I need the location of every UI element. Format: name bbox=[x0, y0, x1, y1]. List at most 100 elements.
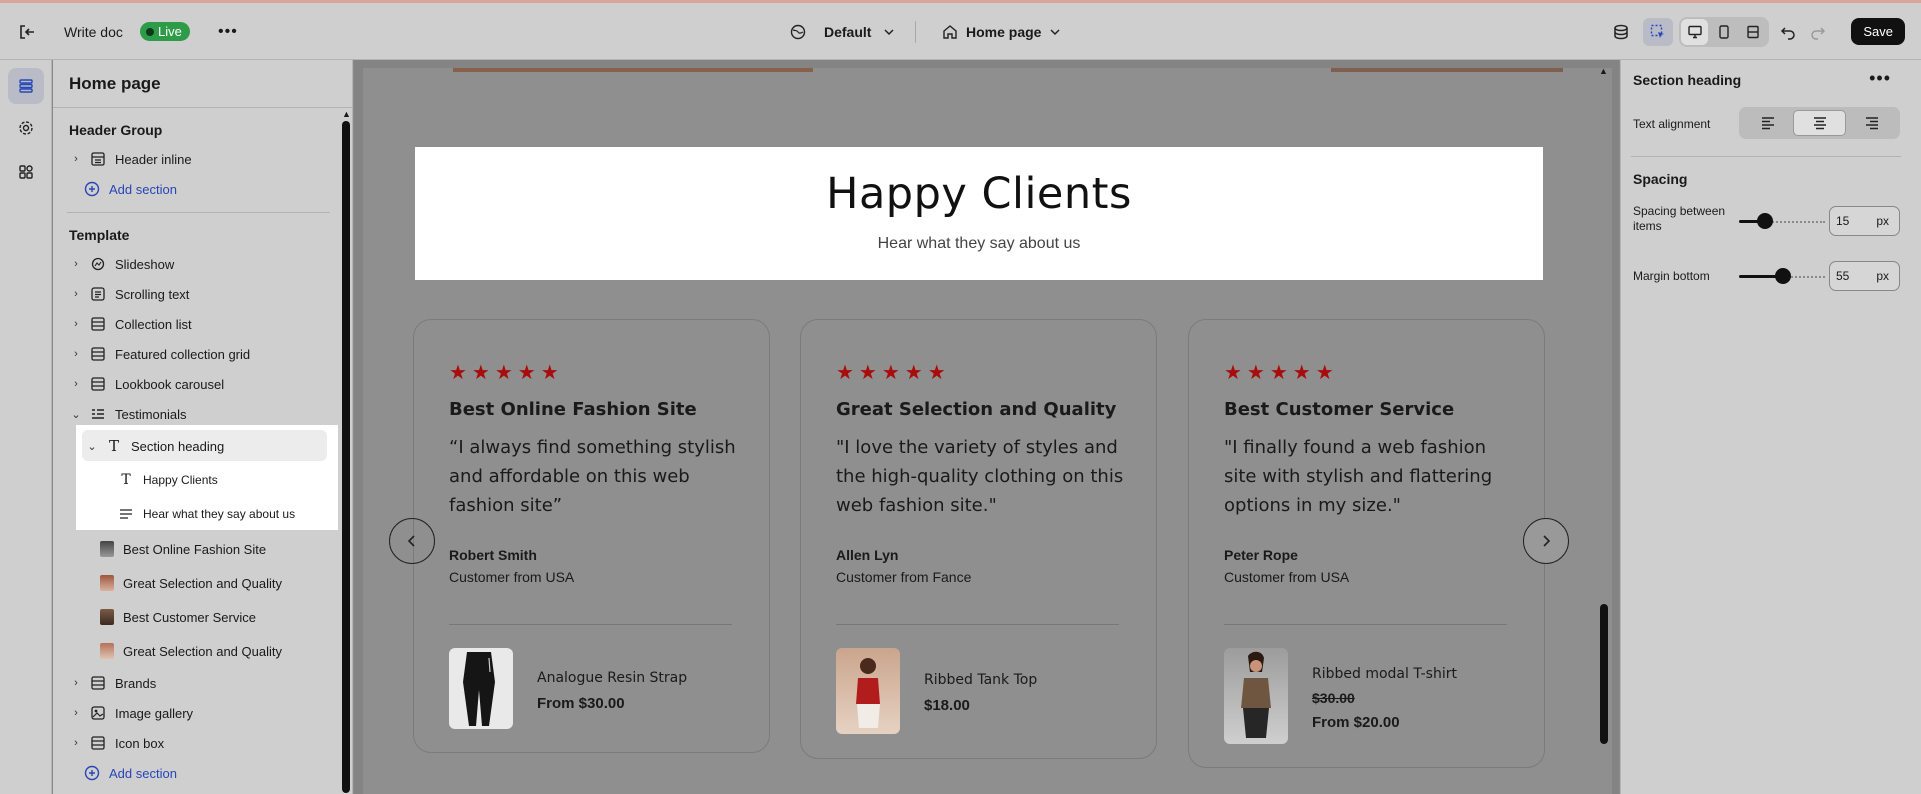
exit-button[interactable] bbox=[18, 3, 36, 60]
select-cursor-icon bbox=[1650, 24, 1666, 40]
layer-item-slideshow[interactable]: › Slideshow bbox=[69, 251, 338, 277]
template-group-label: Template bbox=[69, 227, 130, 243]
layer-item-collection-list[interactable]: › Collection list bbox=[69, 311, 338, 337]
page-selector[interactable]: Home page bbox=[942, 3, 1061, 60]
section-icon bbox=[89, 377, 107, 391]
product-name[interactable]: Ribbed Tank Top bbox=[924, 672, 1037, 688]
panel-title: Home page bbox=[69, 74, 161, 93]
customer-location: Customer from Fance bbox=[836, 569, 972, 585]
inspect-button[interactable] bbox=[1643, 17, 1673, 46]
rail-sections-button[interactable] bbox=[8, 68, 44, 104]
scroll-up-icon: ▲ bbox=[342, 109, 351, 119]
mobile-view-button[interactable] bbox=[1710, 19, 1737, 45]
layer-item-testimonial-block[interactable]: Best Online Fashion Site bbox=[100, 536, 340, 562]
product-image[interactable] bbox=[1224, 648, 1288, 744]
layer-label: Section heading bbox=[131, 438, 225, 454]
redo-button[interactable] bbox=[1810, 3, 1826, 60]
testimonial-card[interactable]: ★★★★★ Best Online Fashion Site “I always… bbox=[413, 319, 770, 753]
layers-scrollbar[interactable]: ▲ bbox=[342, 109, 351, 793]
carousel-prev-button[interactable] bbox=[389, 518, 435, 564]
layer-label: Hear what they say about us bbox=[143, 507, 296, 521]
layer-item-featured-collection-grid[interactable]: › Featured collection grid bbox=[69, 341, 338, 367]
desktop-view-button[interactable] bbox=[1681, 18, 1709, 45]
chevron-right-icon: › bbox=[74, 258, 78, 270]
doc-title: Write doc bbox=[64, 23, 123, 40]
chevron-down-icon bbox=[1049, 26, 1061, 38]
layer-item-heading-text[interactable]: T Happy Clients bbox=[117, 467, 337, 493]
layer-item-lookbook-carousel[interactable]: › Lookbook carousel bbox=[69, 371, 338, 397]
chevron-right-icon: › bbox=[74, 318, 78, 330]
plus-circle-icon bbox=[83, 765, 101, 781]
layer-item-image-gallery[interactable]: › Image gallery bbox=[69, 700, 339, 726]
add-section-label: Add section bbox=[109, 765, 177, 781]
slideshow-image-edge bbox=[453, 68, 813, 72]
chevron-right-icon: › bbox=[74, 677, 78, 689]
layer-label: Scrolling text bbox=[115, 286, 190, 302]
plus-circle-icon bbox=[83, 181, 101, 197]
align-left-button[interactable] bbox=[1742, 110, 1793, 136]
text-t-icon: T bbox=[121, 472, 131, 488]
margin-bottom-input[interactable]: 55 px bbox=[1829, 261, 1900, 291]
save-button[interactable]: Save bbox=[1851, 18, 1905, 45]
layer-item-testimonial-block[interactable]: Great Selection and Quality bbox=[100, 570, 340, 596]
layer-item-icon-box[interactable]: › Icon box bbox=[69, 730, 339, 756]
section-icon bbox=[89, 347, 107, 361]
slider-knob[interactable] bbox=[1775, 268, 1791, 284]
theme-selector[interactable]: Default bbox=[790, 3, 895, 60]
undo-button[interactable] bbox=[1780, 3, 1796, 60]
layer-item-brands[interactable]: › Brands bbox=[69, 670, 339, 696]
scrollbar-thumb[interactable] bbox=[1600, 604, 1608, 744]
testimonial-card[interactable]: ★★★★★ Great Selection and Quality "I lov… bbox=[800, 319, 1157, 759]
margin-bottom-label: Margin bottom bbox=[1633, 269, 1710, 283]
layer-label: Lookbook carousel bbox=[115, 376, 225, 392]
align-center-button[interactable] bbox=[1793, 110, 1846, 136]
layer-label: Header inline bbox=[115, 151, 192, 167]
star-rating: ★★★★★ bbox=[836, 362, 951, 384]
testimonial-title: Best Online Fashion Site bbox=[449, 399, 697, 420]
add-section-header-button[interactable]: Add section bbox=[69, 176, 338, 202]
spacing-between-slider[interactable] bbox=[1739, 213, 1825, 229]
text-block-icon bbox=[89, 287, 107, 301]
top-bar: Write doc Live ••• Default Home page Sav… bbox=[0, 0, 1921, 60]
layer-item-scrolling-text[interactable]: › Scrolling text bbox=[69, 281, 338, 307]
slider-knob[interactable] bbox=[1757, 213, 1773, 229]
testimonial-title: Best Customer Service bbox=[1224, 399, 1455, 420]
product-image[interactable] bbox=[449, 648, 513, 729]
spacing-between-input[interactable]: 15 px bbox=[1829, 206, 1900, 236]
margin-bottom-slider[interactable] bbox=[1739, 268, 1825, 284]
testimonial-card[interactable]: ★★★★★ Best Customer Service "I finally f… bbox=[1188, 319, 1545, 768]
layer-item-testimonials[interactable]: ⌄ Testimonials bbox=[69, 401, 338, 427]
align-right-button[interactable] bbox=[1846, 110, 1897, 136]
chevron-down-icon: ⌄ bbox=[71, 408, 81, 421]
add-section-template-button[interactable]: Add section bbox=[69, 760, 339, 786]
rail-apps-button[interactable] bbox=[8, 154, 44, 190]
theme-label: Default bbox=[824, 23, 872, 40]
product-name[interactable]: Ribbed modal T-shirt bbox=[1312, 666, 1457, 682]
fullscreen-view-button[interactable] bbox=[1740, 19, 1767, 45]
database-button[interactable] bbox=[1612, 3, 1630, 60]
chevron-right-icon: › bbox=[74, 378, 78, 390]
product-name[interactable]: Analogue Resin Strap bbox=[537, 670, 687, 686]
settings-divider bbox=[1631, 156, 1901, 157]
canvas-scrollbar[interactable]: ▲ bbox=[1598, 66, 1610, 744]
layer-item-section-heading[interactable]: ⌄ T Section heading bbox=[85, 433, 325, 459]
layer-item-subheading-text[interactable]: Hear what they say about us bbox=[117, 501, 337, 527]
customer-location: Customer from USA bbox=[449, 569, 575, 585]
text-t-icon: T bbox=[108, 437, 119, 455]
spacing-heading: Spacing bbox=[1633, 171, 1688, 187]
more-options-button[interactable]: ••• bbox=[218, 3, 238, 60]
product-image[interactable] bbox=[836, 648, 900, 734]
layer-item-testimonial-block[interactable]: Best Customer Service bbox=[100, 604, 340, 630]
scrollbar-thumb[interactable] bbox=[342, 121, 350, 793]
section-heading-block[interactable]: Happy Clients Hear what they say about u… bbox=[415, 147, 1543, 280]
rail-settings-button[interactable] bbox=[8, 110, 44, 146]
scroll-up-icon: ▲ bbox=[1599, 66, 1608, 76]
align-right-icon bbox=[1864, 116, 1880, 130]
layer-item-testimonial-block[interactable]: Great Selection and Quality bbox=[100, 638, 340, 664]
carousel-next-button[interactable] bbox=[1523, 518, 1569, 564]
product-price: From $30.00 bbox=[537, 695, 625, 712]
layer-item-header-inline[interactable]: › Header inline bbox=[69, 146, 338, 172]
settings-more-button[interactable]: ••• bbox=[1869, 68, 1891, 89]
redo-icon bbox=[1810, 24, 1826, 40]
layers-icon bbox=[18, 78, 34, 94]
